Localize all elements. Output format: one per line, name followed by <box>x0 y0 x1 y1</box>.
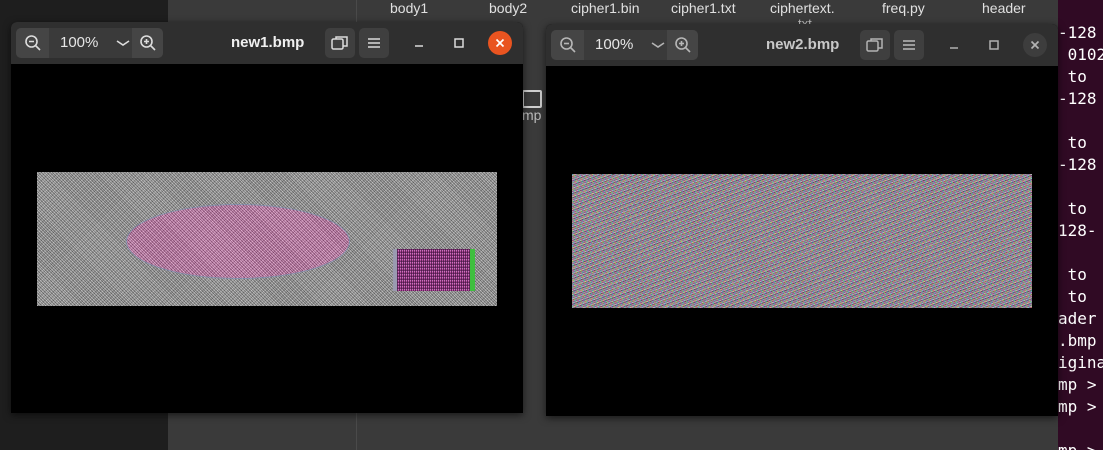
image-rect-shape <box>393 249 475 291</box>
zoom-level[interactable]: 100% <box>595 36 633 53</box>
file-item-cipher1-bin[interactable]: cipher1.bin <box>571 0 640 16</box>
hamburger-menu-icon <box>903 40 915 50</box>
terminal-line: to <box>1058 265 1097 284</box>
chevron-down-icon <box>651 42 665 48</box>
image-canvas[interactable] <box>11 64 523 413</box>
minimize-icon <box>950 47 958 49</box>
terminal-line: mp > <box>1058 375 1097 394</box>
hamburger-menu-icon <box>368 38 380 48</box>
terminal-line: to <box>1058 133 1097 152</box>
zoom-out-button[interactable] <box>16 28 49 58</box>
image-new1-content <box>37 172 497 306</box>
maximize-icon <box>989 40 999 50</box>
terminal-line: to <box>1058 199 1097 218</box>
terminal-line: -128 <box>1058 155 1097 174</box>
zoom-out-icon <box>559 37 576 53</box>
file-item-ciphertext[interactable]: ciphertext. txt <box>770 0 835 31</box>
window-titlebar[interactable]: 100% new2.bmp <box>546 24 1058 66</box>
window-title: new1.bmp <box>231 34 305 51</box>
image-viewer-window-new2[interactable]: 100% new2.bmp <box>546 24 1058 416</box>
zoom-in-button[interactable] <box>132 28 163 58</box>
chevron-down-icon <box>116 40 130 46</box>
file-item-freq-py[interactable]: freq.py <box>882 0 925 16</box>
zoom-in-button[interactable] <box>667 30 698 60</box>
zoom-control: 100% <box>551 30 698 60</box>
file-item-body1[interactable]: body1 <box>390 0 428 16</box>
minimize-button[interactable] <box>407 31 431 55</box>
terminal-line: to <box>1058 67 1097 86</box>
zoom-level[interactable]: 100% <box>60 34 98 51</box>
image-canvas[interactable] <box>546 66 1058 416</box>
zoom-control: 100% <box>16 28 163 58</box>
terminal-line: -128 <box>1058 89 1097 108</box>
file-icon <box>522 90 542 108</box>
terminal-window[interactable]: -128 0102 to -128 to -128 to 128- to to … <box>1058 0 1103 450</box>
zoom-dropdown-button[interactable] <box>648 35 668 55</box>
menu-button[interactable] <box>894 30 924 60</box>
close-icon <box>495 38 505 48</box>
terminal-line: 128- <box>1058 221 1097 240</box>
file-item-header[interactable]: header <box>982 0 1026 16</box>
terminal-line: .bmp <box>1058 331 1097 350</box>
close-button[interactable] <box>1023 33 1047 57</box>
zoom-in-icon <box>674 37 691 53</box>
image-rect-green-band <box>470 249 475 291</box>
minimize-button[interactable] <box>942 33 966 57</box>
terminal-line: mp > <box>1058 440 1097 450</box>
maximize-button[interactable] <box>982 33 1006 57</box>
terminal-line: ader <box>1058 309 1097 328</box>
close-button[interactable] <box>488 31 512 55</box>
file-item-cipher1-txt[interactable]: cipher1.txt <box>671 0 736 16</box>
zoom-out-button[interactable] <box>551 30 584 60</box>
zoom-in-icon <box>139 35 156 51</box>
menu-button[interactable] <box>359 28 389 58</box>
close-icon <box>1030 40 1040 50</box>
zoom-out-icon <box>24 35 41 51</box>
terminal-line: -128 <box>1058 23 1097 42</box>
window-title: new2.bmp <box>766 36 840 53</box>
gallery-button[interactable] <box>325 28 355 58</box>
minimize-icon <box>415 45 423 47</box>
gallery-button[interactable] <box>860 30 890 60</box>
zoom-dropdown-button[interactable] <box>113 33 133 53</box>
image-new2-content <box>572 174 1032 308</box>
file-item-bmp-label: mp <box>522 107 542 123</box>
maximize-icon <box>454 38 464 48</box>
image-viewer-window-new1[interactable]: 100% new1.bmp <box>11 22 523 413</box>
terminal-line: to <box>1058 287 1097 306</box>
gallery-icon <box>331 36 348 50</box>
window-titlebar[interactable]: 100% new1.bmp <box>11 22 523 64</box>
image-rect-left-band <box>393 249 397 291</box>
gallery-icon <box>866 38 883 52</box>
file-item-ciphertext-label: ciphertext. <box>770 0 835 16</box>
terminal-line: mp > <box>1058 397 1097 416</box>
image-ellipse-shape <box>127 205 349 278</box>
file-item-body2[interactable]: body2 <box>489 0 527 16</box>
terminal-line: 0102 <box>1058 45 1103 64</box>
terminal-line: igina <box>1058 353 1103 372</box>
maximize-button[interactable] <box>447 31 471 55</box>
